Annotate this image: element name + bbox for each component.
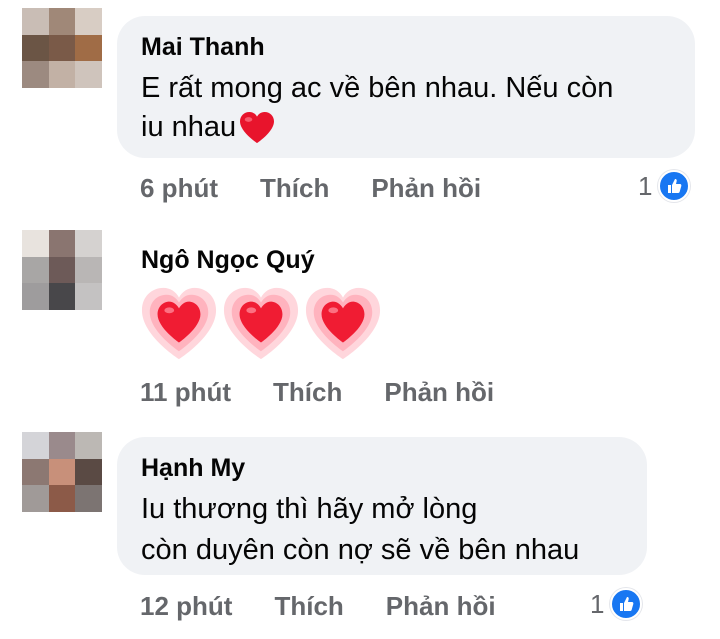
like-button[interactable]: Thích [273, 377, 342, 408]
avatar-pixel [48, 283, 76, 310]
avatar-pixel [22, 283, 49, 310]
avatar-pixel [22, 485, 49, 512]
comment-actions: 11 phút Thích Phản hồi [140, 377, 494, 408]
heart-emoji-icon [141, 287, 217, 360]
like-count: 1 [590, 588, 605, 619]
avatar-pixel [22, 432, 49, 459]
avatar-pixel [75, 432, 102, 459]
avatar[interactable] [22, 8, 102, 88]
avatar-pixel [22, 61, 49, 88]
reply-button[interactable]: Phản hồi [384, 377, 494, 408]
reaction-count[interactable]: 1 [638, 170, 691, 202]
comment-bubble: Ngô Ngọc Quý [117, 233, 407, 293]
comment-text-line: Iu thương thì hãy mở lòng [141, 493, 478, 525]
like-button[interactable]: Thích [260, 173, 329, 204]
avatar-pixel [22, 458, 49, 486]
like-button[interactable]: Thích [274, 591, 343, 622]
heart-emoji-icon [305, 287, 381, 360]
avatar-pixel [48, 458, 76, 486]
comment-author[interactable]: Hạnh My [141, 453, 623, 483]
comment-time[interactable]: 11 phút [140, 377, 231, 408]
reaction-count[interactable]: 1 [590, 588, 643, 620]
avatar-pixel [75, 230, 102, 257]
avatar-pixel [75, 34, 102, 62]
avatar-pixel [48, 230, 76, 257]
avatar-pixel [22, 256, 49, 284]
avatar-pixel [75, 61, 102, 88]
comment-text-line: E rất mong ac về bên nhau. Nếu còn [141, 72, 614, 104]
comment-text-fragment: iu nhau [141, 111, 237, 143]
comment-actions: 6 phút Thích Phản hồi [140, 173, 481, 204]
red-heart-icon [240, 112, 275, 144]
avatar-pixel [22, 230, 49, 257]
avatar-pixel [75, 485, 102, 512]
avatar-pixel [75, 283, 102, 310]
comment-bubble: Mai Thanh E rất mong ac về bên nhau. Nếu… [117, 16, 695, 158]
reply-button[interactable]: Phản hồi [371, 173, 481, 204]
avatar-pixel [48, 485, 76, 512]
thumbs-up-icon [658, 170, 691, 202]
comment-time[interactable]: 6 phút [140, 173, 218, 204]
avatar-pixel [75, 458, 102, 486]
avatar[interactable] [22, 230, 102, 310]
thumbs-up-icon [610, 588, 643, 620]
avatar-pixel [48, 61, 76, 88]
avatar-pixel [48, 256, 76, 284]
avatar-pixel [48, 8, 76, 35]
comment-time[interactable]: 12 phút [140, 591, 232, 622]
like-count: 1 [638, 170, 653, 201]
comment-text-line: iu nhau [141, 107, 671, 148]
comment-author[interactable]: Mai Thanh [141, 32, 671, 62]
reply-button[interactable]: Phản hồi [386, 591, 496, 622]
avatar-pixel [48, 432, 76, 459]
comment-author[interactable]: Ngô Ngọc Quý [141, 245, 383, 275]
avatar[interactable] [22, 432, 102, 512]
comment-text-line: còn duyên còn nợ sẽ về bên nhau [141, 534, 580, 566]
comment-text: Iu thương thì hãy mở lòng còn duyên còn … [141, 489, 623, 571]
avatar-pixel [48, 34, 76, 62]
comment-actions: 12 phút Thích Phản hồi [140, 591, 496, 622]
avatar-pixel [75, 256, 102, 284]
heart-emoji-icon [223, 287, 299, 360]
comment-bubble: Hạnh My Iu thương thì hãy mở lòng còn du… [117, 437, 647, 575]
avatar-pixel [75, 8, 102, 35]
avatar-pixel [22, 34, 49, 62]
heart-emoji-row [140, 285, 386, 363]
comment-text: E rất mong ac về bên nhau. Nếu còn iu nh… [141, 68, 671, 148]
avatar-pixel [22, 8, 49, 35]
